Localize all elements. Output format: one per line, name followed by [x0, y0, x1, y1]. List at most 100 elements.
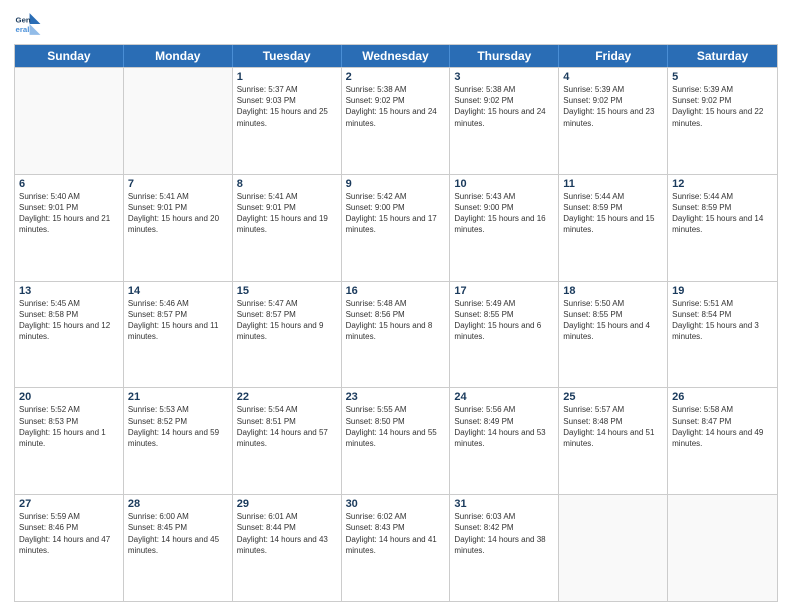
- day-number: 12: [672, 178, 773, 190]
- day-info: Sunrise: 5:47 AM Sunset: 8:57 PM Dayligh…: [237, 298, 337, 343]
- day-info: Sunrise: 5:48 AM Sunset: 8:56 PM Dayligh…: [346, 298, 446, 343]
- calendar-day-6: 6Sunrise: 5:40 AM Sunset: 9:01 PM Daylig…: [15, 175, 124, 281]
- calendar: SundayMondayTuesdayWednesdayThursdayFrid…: [14, 44, 778, 602]
- day-number: 31: [454, 498, 554, 510]
- day-number: 23: [346, 391, 446, 403]
- calendar-day-12: 12Sunrise: 5:44 AM Sunset: 8:59 PM Dayli…: [668, 175, 777, 281]
- calendar-day-16: 16Sunrise: 5:48 AM Sunset: 8:56 PM Dayli…: [342, 282, 451, 388]
- day-info: Sunrise: 6:01 AM Sunset: 8:44 PM Dayligh…: [237, 511, 337, 556]
- calendar-header: SundayMondayTuesdayWednesdayThursdayFrid…: [15, 45, 777, 67]
- day-number: 24: [454, 391, 554, 403]
- day-number: 30: [346, 498, 446, 510]
- day-number: 16: [346, 285, 446, 297]
- calendar-header-monday: Monday: [124, 45, 233, 67]
- day-info: Sunrise: 5:55 AM Sunset: 8:50 PM Dayligh…: [346, 404, 446, 449]
- day-info: Sunrise: 5:52 AM Sunset: 8:53 PM Dayligh…: [19, 404, 119, 449]
- calendar-day-20: 20Sunrise: 5:52 AM Sunset: 8:53 PM Dayli…: [15, 388, 124, 494]
- calendar-day-11: 11Sunrise: 5:44 AM Sunset: 8:59 PM Dayli…: [559, 175, 668, 281]
- day-number: 19: [672, 285, 773, 297]
- day-number: 1: [237, 71, 337, 83]
- calendar-day-4: 4Sunrise: 5:39 AM Sunset: 9:02 PM Daylig…: [559, 68, 668, 174]
- day-number: 11: [563, 178, 663, 190]
- header: Gen eral: [14, 10, 778, 38]
- svg-text:eral: eral: [16, 25, 30, 34]
- page: Gen eral SundayMondayTuesdayWednesdayThu…: [0, 0, 792, 612]
- calendar-day-1: 1Sunrise: 5:37 AM Sunset: 9:03 PM Daylig…: [233, 68, 342, 174]
- day-info: Sunrise: 5:44 AM Sunset: 8:59 PM Dayligh…: [563, 191, 663, 236]
- calendar-empty-cell: [559, 495, 668, 601]
- calendar-day-25: 25Sunrise: 5:57 AM Sunset: 8:48 PM Dayli…: [559, 388, 668, 494]
- day-info: Sunrise: 5:59 AM Sunset: 8:46 PM Dayligh…: [19, 511, 119, 556]
- day-info: Sunrise: 5:44 AM Sunset: 8:59 PM Dayligh…: [672, 191, 773, 236]
- day-number: 21: [128, 391, 228, 403]
- day-info: Sunrise: 5:43 AM Sunset: 9:00 PM Dayligh…: [454, 191, 554, 236]
- svg-text:Gen: Gen: [16, 15, 31, 24]
- day-number: 22: [237, 391, 337, 403]
- day-info: Sunrise: 5:42 AM Sunset: 9:00 PM Dayligh…: [346, 191, 446, 236]
- day-number: 14: [128, 285, 228, 297]
- day-number: 13: [19, 285, 119, 297]
- calendar-day-13: 13Sunrise: 5:45 AM Sunset: 8:58 PM Dayli…: [15, 282, 124, 388]
- day-number: 5: [672, 71, 773, 83]
- day-info: Sunrise: 5:46 AM Sunset: 8:57 PM Dayligh…: [128, 298, 228, 343]
- day-number: 17: [454, 285, 554, 297]
- calendar-header-tuesday: Tuesday: [233, 45, 342, 67]
- day-number: 8: [237, 178, 337, 190]
- calendar-header-sunday: Sunday: [15, 45, 124, 67]
- day-info: Sunrise: 5:54 AM Sunset: 8:51 PM Dayligh…: [237, 404, 337, 449]
- day-info: Sunrise: 5:41 AM Sunset: 9:01 PM Dayligh…: [128, 191, 228, 236]
- day-number: 2: [346, 71, 446, 83]
- calendar-day-28: 28Sunrise: 6:00 AM Sunset: 8:45 PM Dayli…: [124, 495, 233, 601]
- logo: Gen eral: [14, 10, 46, 38]
- day-info: Sunrise: 5:39 AM Sunset: 9:02 PM Dayligh…: [672, 84, 773, 129]
- day-info: Sunrise: 6:02 AM Sunset: 8:43 PM Dayligh…: [346, 511, 446, 556]
- day-info: Sunrise: 6:00 AM Sunset: 8:45 PM Dayligh…: [128, 511, 228, 556]
- day-number: 25: [563, 391, 663, 403]
- day-number: 4: [563, 71, 663, 83]
- calendar-day-7: 7Sunrise: 5:41 AM Sunset: 9:01 PM Daylig…: [124, 175, 233, 281]
- calendar-week-4: 20Sunrise: 5:52 AM Sunset: 8:53 PM Dayli…: [15, 387, 777, 494]
- day-info: Sunrise: 5:41 AM Sunset: 9:01 PM Dayligh…: [237, 191, 337, 236]
- day-info: Sunrise: 5:49 AM Sunset: 8:55 PM Dayligh…: [454, 298, 554, 343]
- calendar-header-friday: Friday: [559, 45, 668, 67]
- calendar-empty-cell: [668, 495, 777, 601]
- calendar-week-2: 6Sunrise: 5:40 AM Sunset: 9:01 PM Daylig…: [15, 174, 777, 281]
- calendar-day-31: 31Sunrise: 6:03 AM Sunset: 8:42 PM Dayli…: [450, 495, 559, 601]
- day-number: 20: [19, 391, 119, 403]
- calendar-day-21: 21Sunrise: 5:53 AM Sunset: 8:52 PM Dayli…: [124, 388, 233, 494]
- day-number: 29: [237, 498, 337, 510]
- day-number: 9: [346, 178, 446, 190]
- day-info: Sunrise: 5:53 AM Sunset: 8:52 PM Dayligh…: [128, 404, 228, 449]
- day-number: 18: [563, 285, 663, 297]
- day-info: Sunrise: 5:38 AM Sunset: 9:02 PM Dayligh…: [454, 84, 554, 129]
- day-number: 7: [128, 178, 228, 190]
- day-info: Sunrise: 6:03 AM Sunset: 8:42 PM Dayligh…: [454, 511, 554, 556]
- calendar-week-5: 27Sunrise: 5:59 AM Sunset: 8:46 PM Dayli…: [15, 494, 777, 601]
- calendar-day-26: 26Sunrise: 5:58 AM Sunset: 8:47 PM Dayli…: [668, 388, 777, 494]
- calendar-header-saturday: Saturday: [668, 45, 777, 67]
- calendar-day-30: 30Sunrise: 6:02 AM Sunset: 8:43 PM Dayli…: [342, 495, 451, 601]
- calendar-week-1: 1Sunrise: 5:37 AM Sunset: 9:03 PM Daylig…: [15, 67, 777, 174]
- calendar-day-10: 10Sunrise: 5:43 AM Sunset: 9:00 PM Dayli…: [450, 175, 559, 281]
- day-number: 27: [19, 498, 119, 510]
- day-info: Sunrise: 5:39 AM Sunset: 9:02 PM Dayligh…: [563, 84, 663, 129]
- calendar-day-15: 15Sunrise: 5:47 AM Sunset: 8:57 PM Dayli…: [233, 282, 342, 388]
- day-number: 6: [19, 178, 119, 190]
- day-info: Sunrise: 5:50 AM Sunset: 8:55 PM Dayligh…: [563, 298, 663, 343]
- calendar-day-2: 2Sunrise: 5:38 AM Sunset: 9:02 PM Daylig…: [342, 68, 451, 174]
- calendar-day-24: 24Sunrise: 5:56 AM Sunset: 8:49 PM Dayli…: [450, 388, 559, 494]
- calendar-day-27: 27Sunrise: 5:59 AM Sunset: 8:46 PM Dayli…: [15, 495, 124, 601]
- calendar-day-8: 8Sunrise: 5:41 AM Sunset: 9:01 PM Daylig…: [233, 175, 342, 281]
- calendar-body: 1Sunrise: 5:37 AM Sunset: 9:03 PM Daylig…: [15, 67, 777, 601]
- day-info: Sunrise: 5:58 AM Sunset: 8:47 PM Dayligh…: [672, 404, 773, 449]
- calendar-day-23: 23Sunrise: 5:55 AM Sunset: 8:50 PM Dayli…: [342, 388, 451, 494]
- calendar-day-17: 17Sunrise: 5:49 AM Sunset: 8:55 PM Dayli…: [450, 282, 559, 388]
- day-info: Sunrise: 5:56 AM Sunset: 8:49 PM Dayligh…: [454, 404, 554, 449]
- logo-icon: Gen eral: [14, 10, 42, 38]
- day-number: 28: [128, 498, 228, 510]
- day-number: 15: [237, 285, 337, 297]
- calendar-day-5: 5Sunrise: 5:39 AM Sunset: 9:02 PM Daylig…: [668, 68, 777, 174]
- calendar-day-14: 14Sunrise: 5:46 AM Sunset: 8:57 PM Dayli…: [124, 282, 233, 388]
- day-info: Sunrise: 5:37 AM Sunset: 9:03 PM Dayligh…: [237, 84, 337, 129]
- calendar-day-22: 22Sunrise: 5:54 AM Sunset: 8:51 PM Dayli…: [233, 388, 342, 494]
